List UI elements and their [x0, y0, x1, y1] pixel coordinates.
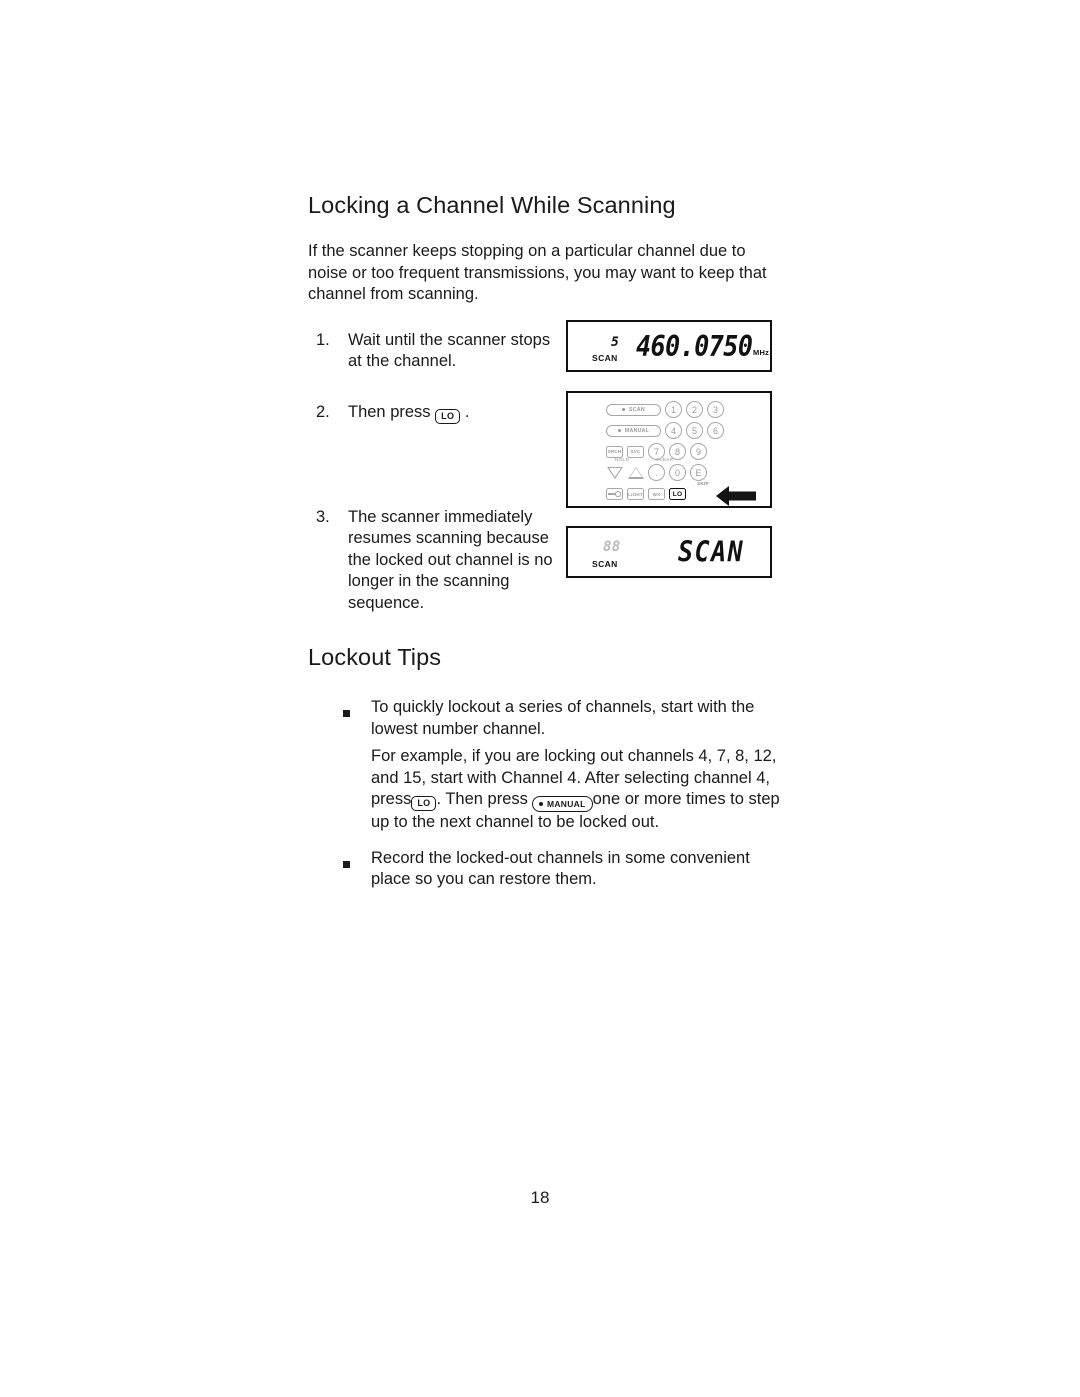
tip-item-2-text: Record the locked-out channels in some c… [371, 848, 750, 889]
bullet-square-icon [308, 848, 371, 873]
lcd-mode-text: SCAN [678, 535, 745, 569]
keypad-row-5: LIGHT WX LO [606, 488, 690, 500]
lo-key-glyph-inline: LO [411, 796, 437, 811]
key-6: 6 [707, 422, 724, 439]
manual-key-glyph-inline: MANUAL [532, 796, 593, 812]
key-lo-highlighted: LO [669, 488, 686, 500]
figure-lcd-display-step3: 88 SCAN SCAN [566, 526, 772, 578]
key-0: 0 [669, 464, 686, 481]
key-arrow-down [606, 465, 623, 480]
keypad-row-4: . 0 E [606, 464, 711, 481]
key-light: LIGHT [627, 488, 644, 500]
lockout-tips-list: To quickly lockout a series of channels,… [308, 697, 780, 891]
keypad-row-1: SCAN 1 2 3 [606, 401, 728, 418]
lcd-scan-indicator: SCAN [592, 559, 618, 569]
key-manual-label: MANUAL [624, 427, 650, 434]
key-srch: SRCH [606, 445, 623, 458]
key-3: 3 [707, 401, 724, 418]
left-arrow-pointer-icon [716, 486, 756, 506]
lcd-frequency: 460.0750 [636, 330, 753, 363]
step-2-text-before: Then press [348, 402, 431, 421]
intro-paragraph: If the scanner keeps stopping on a parti… [308, 242, 767, 303]
step-1-number: 1. [316, 330, 330, 349]
triangle-up-icon [627, 466, 644, 479]
figure-keypad-diagram: SCAN 1 2 3 MANUAL 4 5 6 SRCH SVC 7 8 9 H… [566, 391, 772, 508]
key-1: 1 [665, 401, 682, 418]
scan-dot-icon [622, 408, 626, 411]
manual-key-label: MANUAL [546, 798, 586, 809]
key-manual: MANUAL [606, 424, 661, 437]
step-3-number: 3. [316, 507, 330, 526]
keypad-row-2: MANUAL 4 5 6 [606, 422, 728, 439]
page-number: 18 [530, 1188, 550, 1207]
key-5: 5 [686, 422, 703, 439]
lcd-channel-number: 88 [603, 539, 621, 555]
tip-item-1-text: To quickly lockout a series of channels,… [371, 698, 755, 738]
step-2-number: 2. [316, 402, 330, 421]
key-2: 2 [686, 401, 703, 418]
key-arrow-up [627, 465, 644, 480]
key-9: 9 [690, 443, 707, 460]
key-svc: SVC [627, 445, 644, 458]
key-scan-label: SCAN [629, 406, 645, 413]
manual-dot-icon [539, 802, 544, 806]
tip-item-1-subtext: For example, if you are locking out chan… [371, 746, 783, 834]
tip-item-1: To quickly lockout a series of channels,… [308, 697, 778, 740]
step-2-text-after: . [464, 402, 470, 421]
label-skip: SKIP [697, 481, 709, 486]
key-e: E [690, 464, 707, 481]
key-4: 4 [665, 422, 682, 439]
key-wx: WX [648, 488, 665, 500]
page-title: Locking a Channel While Scanning [308, 192, 676, 218]
bullet-square-icon [308, 697, 371, 722]
tip-sub-part2: . Then press [436, 790, 528, 808]
label-hold: HOLD [615, 457, 630, 462]
label-clear: CLEAR [656, 457, 674, 462]
manual-dot-icon [617, 429, 621, 432]
key-lock [606, 488, 623, 500]
document-page: Locking a Channel While Scanning If the … [0, 0, 1080, 1397]
triangle-down-icon [606, 466, 623, 479]
step-1-text: Wait until the scanner stops at the chan… [348, 330, 551, 371]
step-3-text: The scanner immediately resumes scanning… [348, 507, 553, 612]
lcd-scan-indicator: SCAN [592, 353, 618, 363]
tip-item-2: Record the locked-out channels in some c… [308, 848, 778, 891]
lcd-frequency-unit: MHz [753, 348, 770, 357]
step-2-text: Then press LO . [348, 402, 563, 424]
lcd-channel-number: 5 [611, 335, 620, 350]
lockout-tips-title: Lockout Tips [308, 644, 442, 670]
lo-key-glyph: LO [435, 408, 461, 424]
key-decimal: . [648, 464, 665, 481]
figure-lcd-display-step1: 5 460.0750 MHz SCAN [566, 320, 772, 372]
key-scan: SCAN [606, 403, 661, 416]
